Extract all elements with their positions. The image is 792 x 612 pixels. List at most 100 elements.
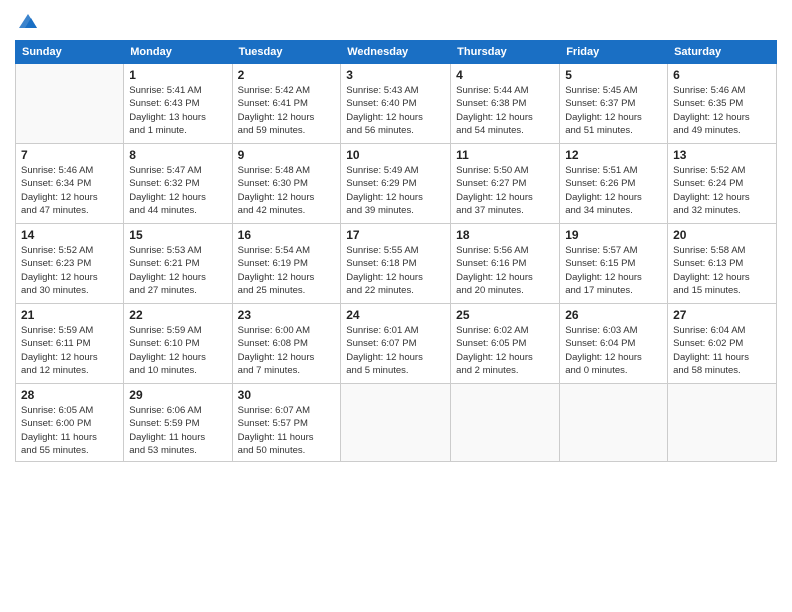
day-info: Sunrise: 5:54 AM Sunset: 6:19 PM Dayligh… (238, 244, 336, 297)
day-number: 29 (129, 388, 226, 402)
weekday-header-friday: Friday (560, 41, 668, 64)
calendar-cell: 27 Sunrise: 6:04 AM Sunset: 6:02 PM Dayli… (668, 304, 777, 384)
day-number: 12 (565, 148, 662, 162)
calendar-cell: 24 Sunrise: 6:01 AM Sunset: 6:07 PM Dayli… (341, 304, 451, 384)
header (15, 10, 777, 32)
week-row-3: 14 Sunrise: 5:52 AM Sunset: 6:23 PM Dayli… (16, 224, 777, 304)
day-number: 23 (238, 308, 336, 322)
weekday-header-sunday: Sunday (16, 41, 124, 64)
week-row-5: 28 Sunrise: 6:05 AM Sunset: 6:00 PM Dayli… (16, 384, 777, 462)
calendar-cell (451, 384, 560, 462)
calendar-cell (668, 384, 777, 462)
calendar-cell: 17 Sunrise: 5:55 AM Sunset: 6:18 PM Dayli… (341, 224, 451, 304)
day-number: 25 (456, 308, 554, 322)
day-number: 7 (21, 148, 118, 162)
day-info: Sunrise: 5:53 AM Sunset: 6:21 PM Dayligh… (129, 244, 226, 297)
day-info: Sunrise: 6:07 AM Sunset: 5:57 PM Dayligh… (238, 404, 336, 457)
day-number: 13 (673, 148, 771, 162)
day-info: Sunrise: 5:46 AM Sunset: 6:34 PM Dayligh… (21, 164, 118, 217)
calendar-table: SundayMondayTuesdayWednesdayThursdayFrid… (15, 40, 777, 462)
calendar-cell: 3 Sunrise: 5:43 AM Sunset: 6:40 PM Daylig… (341, 64, 451, 144)
day-info: Sunrise: 6:05 AM Sunset: 6:00 PM Dayligh… (21, 404, 118, 457)
day-info: Sunrise: 6:03 AM Sunset: 6:04 PM Dayligh… (565, 324, 662, 377)
weekday-header-wednesday: Wednesday (341, 41, 451, 64)
day-info: Sunrise: 5:59 AM Sunset: 6:10 PM Dayligh… (129, 324, 226, 377)
calendar-cell: 12 Sunrise: 5:51 AM Sunset: 6:26 PM Dayli… (560, 144, 668, 224)
calendar-cell: 5 Sunrise: 5:45 AM Sunset: 6:37 PM Daylig… (560, 64, 668, 144)
day-number: 20 (673, 228, 771, 242)
day-info: Sunrise: 5:44 AM Sunset: 6:38 PM Dayligh… (456, 84, 554, 137)
day-number: 1 (129, 68, 226, 82)
day-number: 11 (456, 148, 554, 162)
calendar-cell: 13 Sunrise: 5:52 AM Sunset: 6:24 PM Dayli… (668, 144, 777, 224)
day-info: Sunrise: 6:04 AM Sunset: 6:02 PM Dayligh… (673, 324, 771, 377)
calendar-cell: 20 Sunrise: 5:58 AM Sunset: 6:13 PM Dayli… (668, 224, 777, 304)
day-info: Sunrise: 5:49 AM Sunset: 6:29 PM Dayligh… (346, 164, 445, 217)
calendar-cell: 16 Sunrise: 5:54 AM Sunset: 6:19 PM Dayli… (232, 224, 341, 304)
weekday-header-monday: Monday (124, 41, 232, 64)
calendar-cell: 9 Sunrise: 5:48 AM Sunset: 6:30 PM Daylig… (232, 144, 341, 224)
day-number: 27 (673, 308, 771, 322)
day-info: Sunrise: 5:58 AM Sunset: 6:13 PM Dayligh… (673, 244, 771, 297)
calendar-cell (16, 64, 124, 144)
calendar-cell (560, 384, 668, 462)
day-number: 24 (346, 308, 445, 322)
week-row-4: 21Sunrise: 5:59 AM Sunset: 6:11 PM Dayli… (16, 304, 777, 384)
day-info: Sunrise: 5:52 AM Sunset: 6:24 PM Dayligh… (673, 164, 771, 217)
calendar-cell: 29 Sunrise: 6:06 AM Sunset: 5:59 PM Dayli… (124, 384, 232, 462)
day-info: Sunrise: 5:48 AM Sunset: 6:30 PM Dayligh… (238, 164, 336, 217)
calendar-cell: 6 Sunrise: 5:46 AM Sunset: 6:35 PM Daylig… (668, 64, 777, 144)
day-info: Sunrise: 5:52 AM Sunset: 6:23 PM Dayligh… (21, 244, 118, 297)
day-info: Sunrise: 6:01 AM Sunset: 6:07 PM Dayligh… (346, 324, 445, 377)
week-row-1: 1 Sunrise: 5:41 AM Sunset: 6:43 PM Daylig… (16, 64, 777, 144)
day-info: Sunrise: 6:00 AM Sunset: 6:08 PM Dayligh… (238, 324, 336, 377)
day-info: Sunrise: 5:50 AM Sunset: 6:27 PM Dayligh… (456, 164, 554, 217)
day-number: 6 (673, 68, 771, 82)
calendar-cell: 22 Sunrise: 5:59 AM Sunset: 6:10 PM Dayli… (124, 304, 232, 384)
calendar-cell: 8Sunrise: 5:47 AM Sunset: 6:32 PM Daylig… (124, 144, 232, 224)
day-number: 3 (346, 68, 445, 82)
day-number: 9 (238, 148, 336, 162)
day-number: 17 (346, 228, 445, 242)
calendar-cell: 30 Sunrise: 6:07 AM Sunset: 5:57 PM Dayli… (232, 384, 341, 462)
calendar-cell: 26 Sunrise: 6:03 AM Sunset: 6:04 PM Dayli… (560, 304, 668, 384)
day-info: Sunrise: 5:46 AM Sunset: 6:35 PM Dayligh… (673, 84, 771, 137)
calendar-cell: 11 Sunrise: 5:50 AM Sunset: 6:27 PM Dayli… (451, 144, 560, 224)
day-number: 28 (21, 388, 118, 402)
day-number: 30 (238, 388, 336, 402)
day-info: Sunrise: 5:41 AM Sunset: 6:43 PM Dayligh… (129, 84, 226, 137)
day-number: 16 (238, 228, 336, 242)
day-info: Sunrise: 5:47 AM Sunset: 6:32 PM Dayligh… (129, 164, 226, 217)
day-info: Sunrise: 5:56 AM Sunset: 6:16 PM Dayligh… (456, 244, 554, 297)
calendar-cell: 28 Sunrise: 6:05 AM Sunset: 6:00 PM Dayli… (16, 384, 124, 462)
day-info: Sunrise: 5:55 AM Sunset: 6:18 PM Dayligh… (346, 244, 445, 297)
day-info: Sunrise: 5:45 AM Sunset: 6:37 PM Dayligh… (565, 84, 662, 137)
day-number: 18 (456, 228, 554, 242)
day-number: 19 (565, 228, 662, 242)
weekday-header-thursday: Thursday (451, 41, 560, 64)
calendar-cell: 14 Sunrise: 5:52 AM Sunset: 6:23 PM Dayli… (16, 224, 124, 304)
calendar-cell: 19 Sunrise: 5:57 AM Sunset: 6:15 PM Dayli… (560, 224, 668, 304)
calendar-cell: 1 Sunrise: 5:41 AM Sunset: 6:43 PM Daylig… (124, 64, 232, 144)
day-info: Sunrise: 5:57 AM Sunset: 6:15 PM Dayligh… (565, 244, 662, 297)
weekday-header-tuesday: Tuesday (232, 41, 341, 64)
day-number: 5 (565, 68, 662, 82)
calendar-cell: 2Sunrise: 5:42 AM Sunset: 6:41 PM Daylig… (232, 64, 341, 144)
day-number: 26 (565, 308, 662, 322)
day-number: 2 (238, 68, 336, 82)
day-info: Sunrise: 5:51 AM Sunset: 6:26 PM Dayligh… (565, 164, 662, 217)
week-row-2: 7 Sunrise: 5:46 AM Sunset: 6:34 PM Daylig… (16, 144, 777, 224)
weekday-header-saturday: Saturday (668, 41, 777, 64)
calendar-cell: 18 Sunrise: 5:56 AM Sunset: 6:16 PM Dayli… (451, 224, 560, 304)
logo-icon (17, 10, 39, 32)
day-info: Sunrise: 5:43 AM Sunset: 6:40 PM Dayligh… (346, 84, 445, 137)
calendar-cell: 21Sunrise: 5:59 AM Sunset: 6:11 PM Dayli… (16, 304, 124, 384)
day-number: 14 (21, 228, 118, 242)
page: SundayMondayTuesdayWednesdayThursdayFrid… (0, 0, 792, 612)
logo (15, 10, 39, 32)
day-number: 10 (346, 148, 445, 162)
day-info: Sunrise: 6:06 AM Sunset: 5:59 PM Dayligh… (129, 404, 226, 457)
weekday-header-row: SundayMondayTuesdayWednesdayThursdayFrid… (16, 41, 777, 64)
day-info: Sunrise: 6:02 AM Sunset: 6:05 PM Dayligh… (456, 324, 554, 377)
day-number: 22 (129, 308, 226, 322)
